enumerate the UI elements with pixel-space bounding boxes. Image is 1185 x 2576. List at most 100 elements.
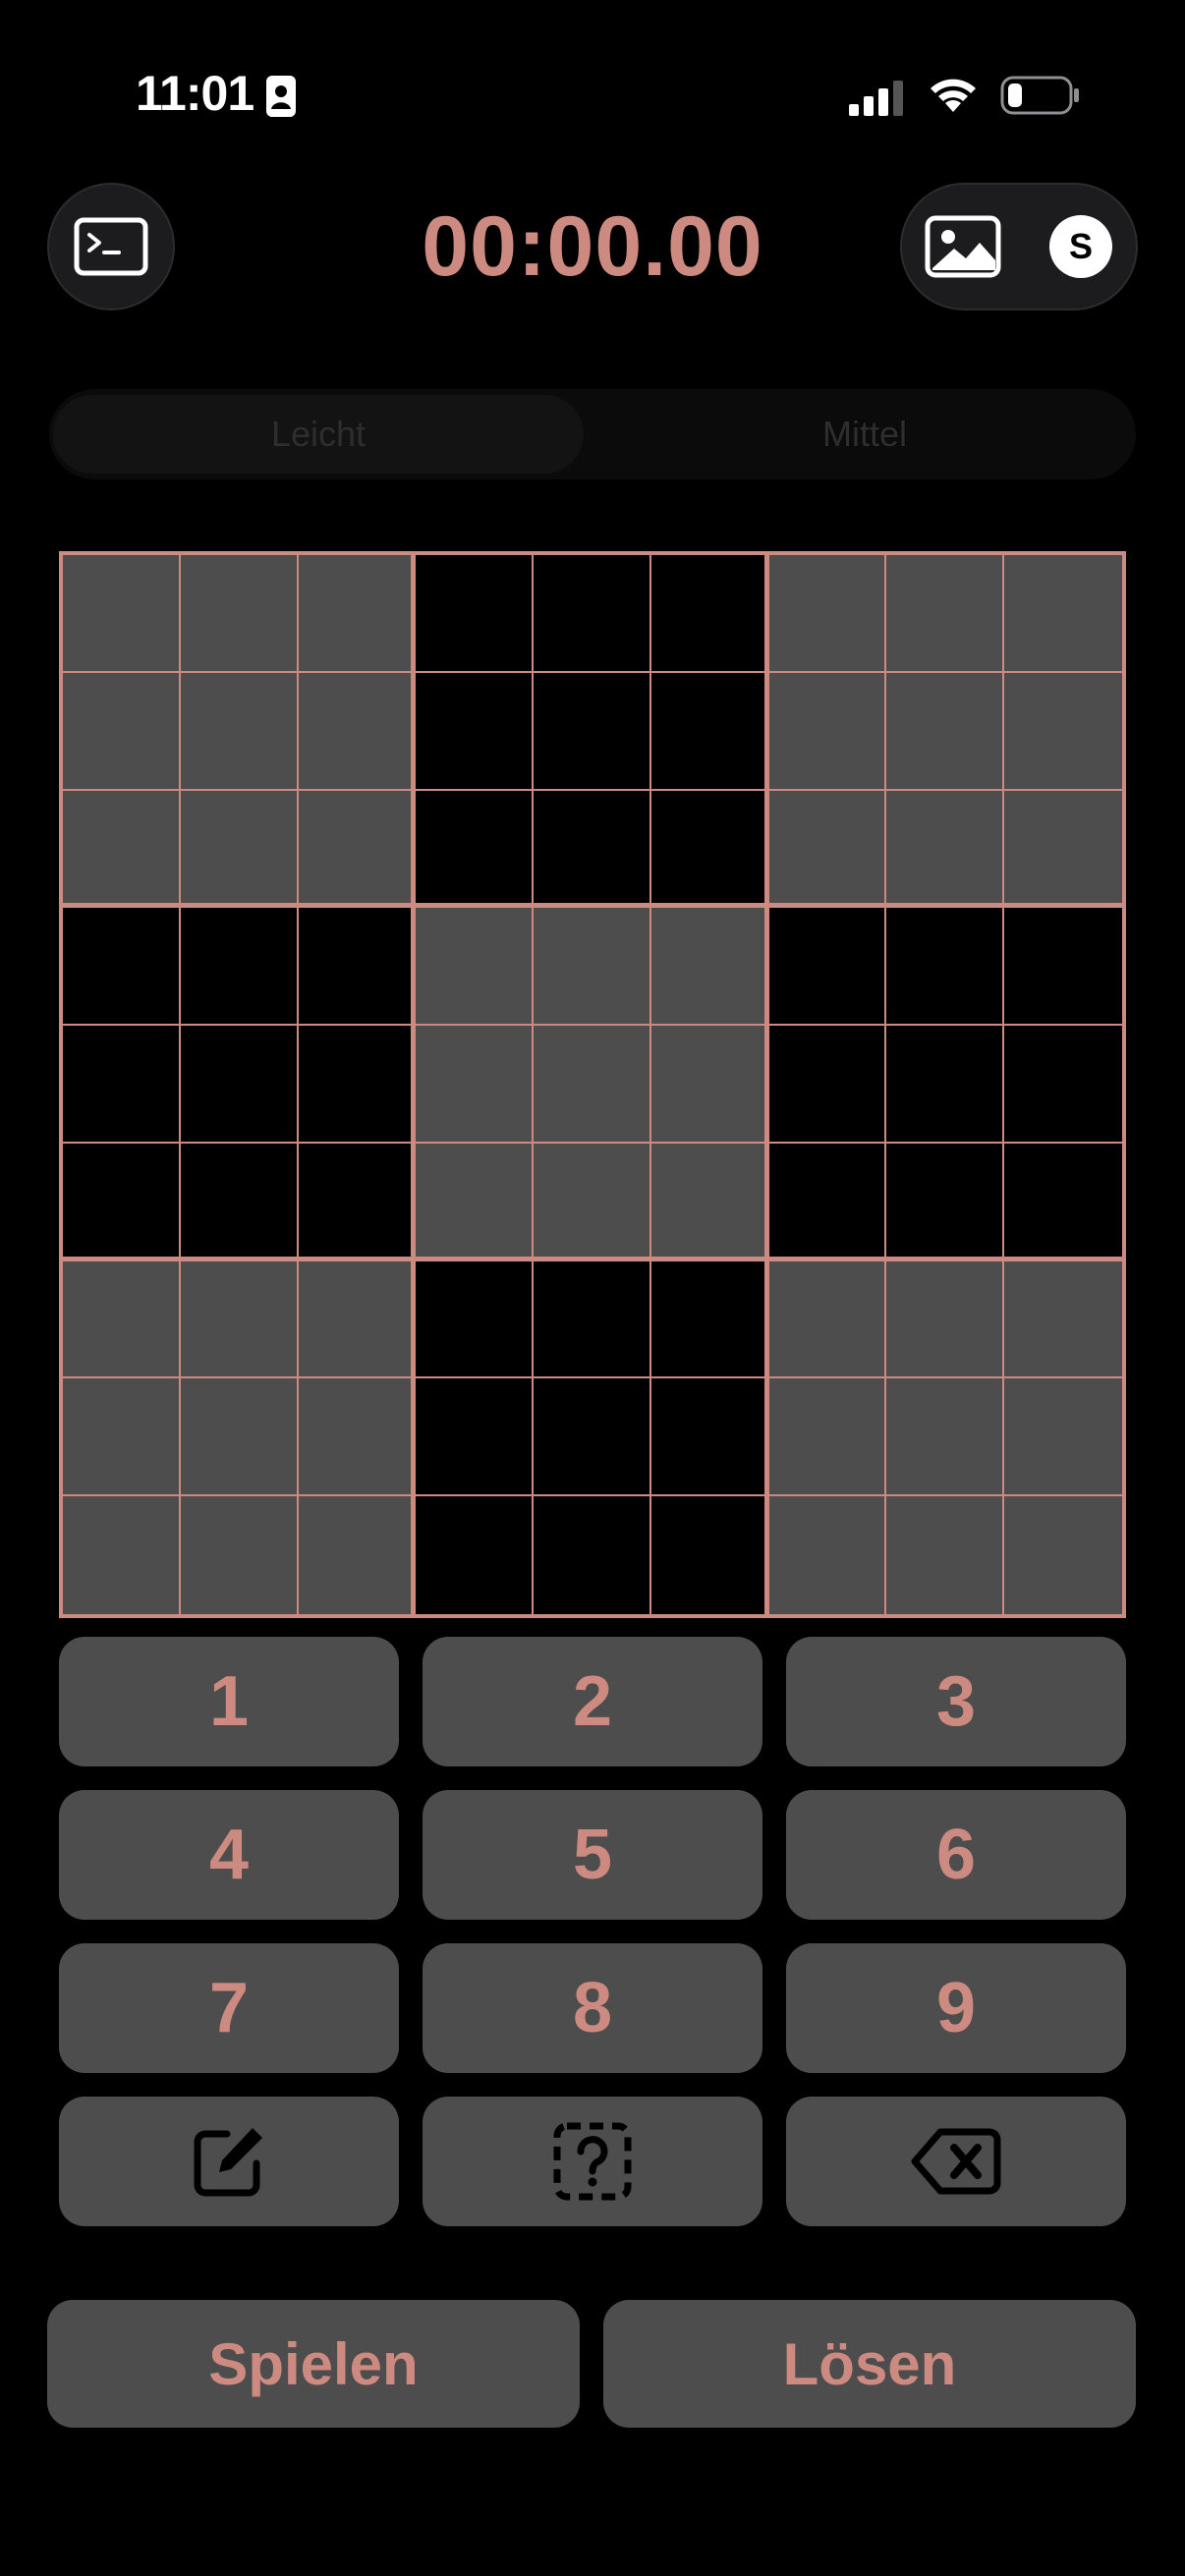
- sudoku-cell[interactable]: [650, 908, 769, 1027]
- sudoku-cell[interactable]: [180, 555, 299, 673]
- segment-leicht[interactable]: Leicht: [53, 395, 584, 474]
- sudoku-cell[interactable]: [63, 1143, 181, 1261]
- sudoku-cell[interactable]: [886, 672, 1005, 791]
- sudoku-cell[interactable]: [1004, 908, 1122, 1027]
- sudoku-cell[interactable]: [650, 1378, 769, 1497]
- sudoku-cell[interactable]: [534, 790, 651, 909]
- sudoku-cell[interactable]: [650, 1026, 769, 1144]
- sudoku-cell[interactable]: [63, 555, 181, 673]
- digit-key-2[interactable]: 2: [423, 1637, 762, 1766]
- sudoku-cell[interactable]: [768, 1143, 887, 1261]
- sudoku-cell[interactable]: [768, 790, 887, 909]
- sudoku-cell[interactable]: [650, 790, 769, 909]
- sudoku-cell[interactable]: [768, 1026, 887, 1144]
- sudoku-cell[interactable]: [1004, 1143, 1122, 1261]
- sudoku-cell[interactable]: [298, 1496, 417, 1614]
- sudoku-cell[interactable]: [534, 555, 651, 673]
- sudoku-cell[interactable]: [416, 1496, 535, 1614]
- pencil-button[interactable]: [59, 2097, 399, 2226]
- sudoku-cell[interactable]: [298, 790, 417, 909]
- sudoku-cell[interactable]: [1004, 790, 1122, 909]
- sudoku-cell[interactable]: [416, 555, 535, 673]
- sudoku-cell[interactable]: [63, 1260, 181, 1379]
- sudoku-cell[interactable]: [298, 1260, 417, 1379]
- sudoku-cell[interactable]: [650, 555, 769, 673]
- sudoku-cell[interactable]: [63, 1378, 181, 1497]
- sudoku-cell[interactable]: [1004, 672, 1122, 791]
- sudoku-cell[interactable]: [768, 908, 887, 1027]
- sudoku-cell[interactable]: [298, 555, 417, 673]
- sudoku-cell[interactable]: [298, 1026, 417, 1144]
- sudoku-cell[interactable]: [416, 1260, 535, 1379]
- image-button[interactable]: [924, 212, 1002, 281]
- sudoku-cell[interactable]: [416, 1378, 535, 1497]
- sudoku-cell[interactable]: [886, 1496, 1005, 1614]
- digit-key-6[interactable]: 6: [786, 1790, 1126, 1920]
- sudoku-cell[interactable]: [886, 1260, 1005, 1379]
- delete-button[interactable]: [786, 2097, 1126, 2226]
- sudoku-cell[interactable]: [768, 1260, 887, 1379]
- sudoku-cell[interactable]: [416, 790, 535, 909]
- digit-key-3[interactable]: 3: [786, 1637, 1126, 1766]
- sudoku-cell[interactable]: [1004, 1260, 1122, 1379]
- digit-key-4[interactable]: 4: [59, 1790, 399, 1920]
- sudoku-cell[interactable]: [180, 1026, 299, 1144]
- sudoku-cell[interactable]: [1004, 555, 1122, 673]
- play-button[interactable]: Spielen: [47, 2300, 580, 2428]
- digit-key-8[interactable]: 8: [423, 1943, 762, 2073]
- sudoku-cell[interactable]: [180, 790, 299, 909]
- sudoku-cell[interactable]: [63, 790, 181, 909]
- sudoku-cell[interactable]: [768, 1378, 887, 1497]
- sudoku-cell[interactable]: [768, 555, 887, 673]
- hint-button[interactable]: [423, 2097, 762, 2226]
- sudoku-cell[interactable]: [180, 1260, 299, 1379]
- sudoku-cell[interactable]: [298, 1378, 417, 1497]
- sudoku-cell[interactable]: [650, 672, 769, 791]
- sudoku-cell[interactable]: [534, 1260, 651, 1379]
- sudoku-cell[interactable]: [1004, 1496, 1122, 1614]
- sudoku-cell[interactable]: [63, 672, 181, 791]
- sudoku-cell[interactable]: [534, 1026, 651, 1144]
- sudoku-cell[interactable]: [650, 1260, 769, 1379]
- sudoku-cell[interactable]: [886, 555, 1005, 673]
- sudoku-cell[interactable]: [180, 672, 299, 791]
- sudoku-cell[interactable]: [416, 908, 535, 1027]
- sudoku-cell[interactable]: [1004, 1378, 1122, 1497]
- sudoku-cell[interactable]: [886, 790, 1005, 909]
- sudoku-cell[interactable]: [298, 672, 417, 791]
- sudoku-cell[interactable]: [180, 1378, 299, 1497]
- terminal-button[interactable]: [47, 183, 175, 310]
- segment-mittel[interactable]: Mittel: [599, 395, 1130, 474]
- sudoku-cell[interactable]: [886, 1378, 1005, 1497]
- sudoku-cell[interactable]: [886, 1026, 1005, 1144]
- digit-key-9[interactable]: 9: [786, 1943, 1126, 2073]
- sudoku-cell[interactable]: [416, 672, 535, 791]
- sudoku-cell[interactable]: [886, 908, 1005, 1027]
- sudoku-cell[interactable]: [180, 908, 299, 1027]
- sudoku-cell[interactable]: [768, 672, 887, 791]
- sudoku-cell[interactable]: [650, 1496, 769, 1614]
- sudoku-cell[interactable]: [416, 1143, 535, 1261]
- sudoku-cell[interactable]: [886, 1143, 1005, 1261]
- digit-key-5[interactable]: 5: [423, 1790, 762, 1920]
- sudoku-cell[interactable]: [180, 1496, 299, 1614]
- sudoku-cell[interactable]: [534, 1378, 651, 1497]
- sudoku-cell[interactable]: [650, 1143, 769, 1261]
- sudoku-cell[interactable]: [534, 1143, 651, 1261]
- sudoku-cell[interactable]: [768, 1496, 887, 1614]
- solve-button[interactable]: Lösen: [603, 2300, 1136, 2428]
- sudoku-cell[interactable]: [534, 1496, 651, 1614]
- sudoku-cell[interactable]: [63, 1026, 181, 1144]
- sudoku-cell[interactable]: [534, 908, 651, 1027]
- sudoku-cell[interactable]: [63, 1496, 181, 1614]
- digit-key-1[interactable]: 1: [59, 1637, 399, 1766]
- sudoku-cell[interactable]: [298, 908, 417, 1027]
- sudoku-cell[interactable]: [298, 1143, 417, 1261]
- sudoku-cell[interactable]: [534, 672, 651, 791]
- sudoku-cell[interactable]: [180, 1143, 299, 1261]
- sudoku-cell[interactable]: [1004, 1026, 1122, 1144]
- sudoku-cell[interactable]: [416, 1026, 535, 1144]
- avatar[interactable]: S: [1049, 215, 1112, 278]
- sudoku-cell[interactable]: [63, 908, 181, 1027]
- digit-key-7[interactable]: 7: [59, 1943, 399, 2073]
